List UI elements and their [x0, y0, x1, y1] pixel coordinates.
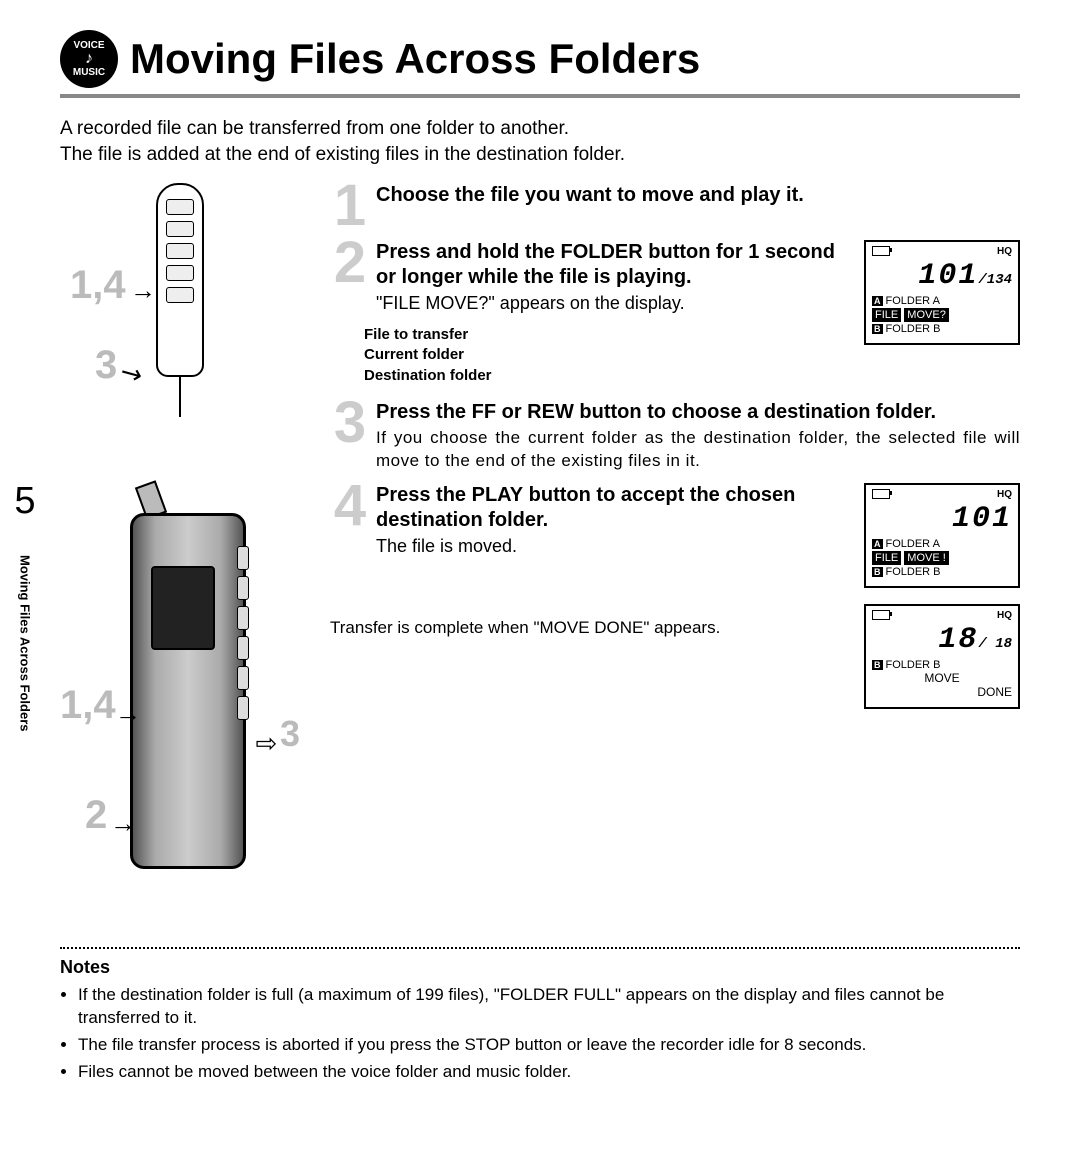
remote-control-illustration: [150, 183, 210, 413]
text: Press the: [376, 484, 472, 506]
step-4-desc: The file is moved.: [376, 535, 850, 558]
text: Press the: [376, 401, 472, 423]
steps-column: 1 Choose the file you want to move and p…: [330, 183, 1020, 923]
folder-a-label: FOLDER A: [886, 295, 940, 307]
step-3: 3 Press the FF or REW button to choose a…: [330, 400, 1020, 473]
battery-icon: [872, 489, 890, 499]
device-illustration-column: 1,4 → 3 ↘ 1,4 → 2 → ⇦ 3: [60, 183, 310, 923]
step-number: 3: [330, 400, 370, 473]
callout-label-14-recorder: 1,4: [60, 683, 116, 728]
intro-text: A recorded file can be transferred from …: [60, 116, 1020, 167]
folder-a-tag: A: [872, 296, 883, 306]
text: button to choose a destination folder.: [574, 401, 936, 423]
move-done-text: Transfer is complete when "MOVE DONE" ap…: [330, 618, 850, 638]
callout-label-3-recorder: 3: [280, 713, 300, 755]
lcd-screen-1: HQ 101/134 AFOLDER A FILE MOVE? BFOLDER …: [864, 240, 1020, 345]
arrow-icon: ⇦: [255, 728, 277, 759]
step-4: 4 Press the PLAY button to accept the ch…: [330, 483, 850, 558]
step-2-desc: "FILE MOVE?" appears on the display.: [376, 292, 850, 315]
lcd-file-text: FILE: [872, 308, 901, 322]
icon-bottom-text: MUSIC: [73, 67, 105, 78]
lcd-done-line: DONE: [872, 685, 1012, 699]
hq-indicator: HQ: [997, 489, 1012, 500]
lcd-file-number: 18/ 18: [872, 623, 1012, 657]
step-4-row: 4 Press the PLAY button to accept the ch…: [330, 483, 1020, 719]
step-2: 2 Press and hold the FOLDER button for 1…: [330, 240, 850, 315]
callout-label-2-recorder: 2: [85, 793, 107, 838]
folder-button-label: FOLDER: [560, 241, 642, 263]
label-file-to-transfer: File to transfer: [364, 325, 850, 345]
arrow-icon: ↘: [114, 355, 148, 393]
text: Press and hold the: [376, 241, 560, 263]
step-number: 4: [330, 483, 370, 558]
page-title: Moving Files Across Folders: [130, 35, 700, 83]
arrow-icon: →: [130, 275, 156, 306]
battery-icon: [872, 610, 890, 620]
play-button-label: PLAY: [472, 484, 524, 506]
dotted-rule: [60, 947, 1020, 949]
arrow-icon: →: [115, 698, 141, 729]
step-1: 1 Choose the file you want to move and p…: [330, 183, 1020, 229]
lcd-file-text: FILE: [872, 551, 901, 565]
folder-a-tag: A: [872, 539, 883, 549]
intro-line-2: The file is added at the end of existing…: [60, 144, 625, 165]
voice-music-icon: VOICE ♪ MUSIC: [60, 30, 118, 88]
step-3-title: Press the FF or REW button to choose a d…: [376, 400, 1020, 425]
text: or: [496, 401, 527, 423]
ff-button-label: FF: [472, 401, 496, 423]
chapter-title: Moving Files Across Folders: [18, 533, 33, 753]
lcd-move-line: MOVE: [872, 671, 1012, 685]
hq-indicator: HQ: [997, 246, 1012, 257]
notes-list: If the destination folder is full (a max…: [60, 984, 1020, 1084]
notes-heading: Notes: [60, 957, 1020, 978]
lcd-move-text: MOVE !: [904, 551, 949, 565]
folder-b-label: FOLDER B: [886, 659, 941, 671]
intro-line-1: A recorded file can be transferred from …: [60, 118, 569, 139]
step-3-desc: If you choose the current folder as the …: [376, 427, 1020, 473]
title-rule: [60, 94, 1020, 98]
note-item: If the destination folder is full (a max…: [78, 984, 1020, 1030]
main-area: 1,4 → 3 ↘ 1,4 → 2 → ⇦ 3 1 Choose the fil…: [60, 183, 1020, 923]
folder-b-label: FOLDER B: [886, 323, 941, 335]
label-destination-folder: Destination folder: [364, 366, 850, 386]
hq-indicator: HQ: [997, 610, 1012, 621]
lcd-file-number: 101: [872, 502, 1012, 536]
music-note-icon: ♪: [85, 51, 93, 67]
step-2-title: Press and hold the FOLDER button for 1 s…: [376, 240, 850, 290]
folder-b-tag: B: [872, 324, 883, 334]
manual-page: 5 Moving Files Across Folders VOICE ♪ MU…: [0, 0, 1080, 1128]
folder-b-label: FOLDER B: [886, 566, 941, 578]
note-item: The file transfer process is aborted if …: [78, 1034, 1020, 1057]
step-1-title: Choose the file you want to move and pla…: [376, 183, 1020, 208]
folder-b-tag: B: [872, 660, 883, 670]
chapter-number: 5: [0, 480, 50, 523]
step-2-labels: File to transfer Current folder Destinat…: [364, 325, 850, 386]
note-item: Files cannot be moved between the voice …: [78, 1061, 1020, 1084]
arrow-icon: →: [110, 808, 136, 839]
label-current-folder: Current folder: [364, 345, 850, 365]
callout-label-14-remote: 1,4: [70, 263, 126, 308]
side-tab: 5 Moving Files Across Folders: [0, 480, 50, 753]
step-4-title: Press the PLAY button to accept the chos…: [376, 483, 850, 533]
lcd-move-text: MOVE?: [904, 308, 949, 322]
step-2-row: 2 Press and hold the FOLDER button for 1…: [330, 240, 1020, 400]
battery-icon: [872, 246, 890, 256]
folder-a-label: FOLDER A: [886, 538, 940, 550]
page-header: VOICE ♪ MUSIC Moving Files Across Folder…: [60, 30, 1020, 88]
step-number: 2: [330, 240, 370, 315]
rew-button-label: REW: [527, 401, 574, 423]
folder-b-tag: B: [872, 567, 883, 577]
recorder-illustration: [130, 513, 260, 883]
lcd-file-number: 101/134: [872, 259, 1012, 293]
lcd-screen-2: HQ 101 AFOLDER A FILE MOVE ! BFOLDER B: [864, 483, 1020, 588]
lcd-screen-3: HQ 18/ 18 BFOLDER B MOVE DONE: [864, 604, 1020, 709]
step-number: 1: [330, 183, 370, 229]
